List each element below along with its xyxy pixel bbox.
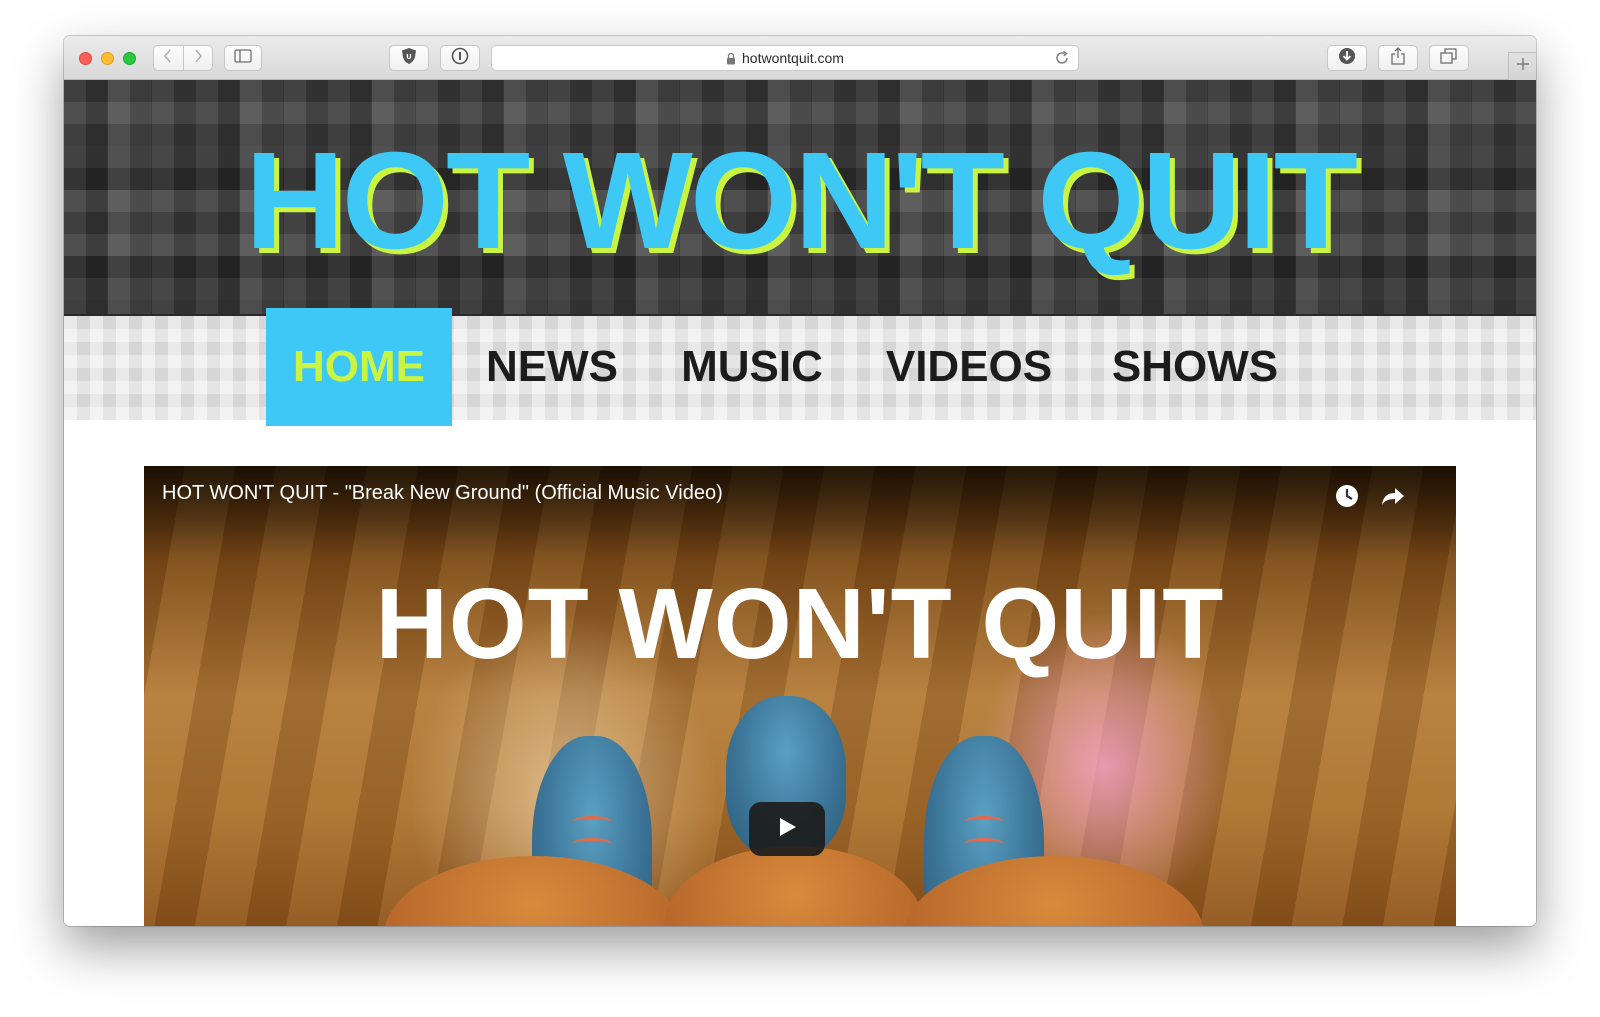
share-box-icon bbox=[1390, 46, 1406, 70]
web-page: HOT WON'T QUIT HOME NEWS MUSIC VIDEOS SH… bbox=[64, 80, 1536, 926]
lace-decoration bbox=[964, 816, 1004, 828]
chevron-right-icon bbox=[193, 48, 203, 68]
video-title-shade bbox=[144, 466, 1456, 556]
share-icon[interactable] bbox=[1380, 483, 1406, 514]
nav-item-home[interactable]: HOME bbox=[266, 308, 452, 426]
plus-icon bbox=[1516, 57, 1530, 76]
nav-item-shows[interactable]: SHOWS bbox=[1100, 308, 1290, 426]
downloads-button[interactable] bbox=[1327, 45, 1367, 71]
chevron-left-icon bbox=[163, 48, 173, 68]
lace-decoration bbox=[572, 816, 612, 828]
zoom-window-button[interactable] bbox=[123, 52, 136, 65]
forward-button[interactable] bbox=[184, 46, 213, 70]
shield-icon: U bbox=[401, 47, 417, 70]
main-nav: HOME NEWS MUSIC VIDEOS SHOWS bbox=[64, 308, 1536, 426]
browser-window: U hotwontquit.com HOT WON'T QUIT HOME NE… bbox=[64, 36, 1536, 926]
back-button[interactable] bbox=[154, 46, 184, 70]
svg-text:U: U bbox=[406, 53, 412, 61]
lace-decoration bbox=[964, 838, 1004, 850]
browser-toolbar: U hotwontquit.com bbox=[64, 36, 1536, 80]
nav-item-news[interactable]: NEWS bbox=[476, 308, 628, 426]
privacy-extension-button[interactable]: U bbox=[389, 45, 429, 71]
tabs-icon bbox=[1440, 47, 1458, 69]
address-url: hotwontquit.com bbox=[742, 50, 844, 66]
address-bar[interactable]: hotwontquit.com bbox=[491, 45, 1079, 71]
nav-item-videos[interactable]: VIDEOS bbox=[874, 308, 1064, 426]
site-title[interactable]: HOT WON'T QUIT bbox=[64, 132, 1536, 270]
watch-later-icon[interactable] bbox=[1334, 483, 1360, 514]
leg-center bbox=[664, 846, 924, 926]
play-button[interactable] bbox=[749, 802, 825, 856]
new-tab-button[interactable] bbox=[1508, 52, 1536, 80]
info-circle-icon bbox=[451, 47, 469, 70]
video-player[interactable]: HOT WON'T QUIT - "Break New Ground" (Off… bbox=[144, 466, 1456, 926]
video-overlay-title: HOT WON'T QUIT bbox=[375, 568, 1225, 680]
nav-item-music[interactable]: MUSIC bbox=[668, 308, 836, 426]
tab-overview-button[interactable] bbox=[1429, 45, 1469, 71]
close-window-button[interactable] bbox=[79, 52, 92, 65]
minimize-window-button[interactable] bbox=[101, 52, 114, 65]
lace-decoration bbox=[572, 838, 612, 850]
lock-icon bbox=[726, 52, 736, 65]
download-icon bbox=[1338, 47, 1356, 70]
reload-icon[interactable] bbox=[1054, 50, 1070, 69]
sidebar-icon bbox=[234, 48, 252, 68]
site-header: HOT WON'T QUIT bbox=[64, 80, 1536, 314]
video-title[interactable]: HOT WON'T QUIT - "Break New Ground" (Off… bbox=[162, 482, 723, 505]
share-page-button[interactable] bbox=[1378, 45, 1418, 71]
history-nav bbox=[153, 45, 213, 71]
sidebar-button[interactable] bbox=[224, 45, 262, 71]
play-icon bbox=[775, 815, 799, 844]
password-extension-button[interactable] bbox=[440, 45, 480, 71]
